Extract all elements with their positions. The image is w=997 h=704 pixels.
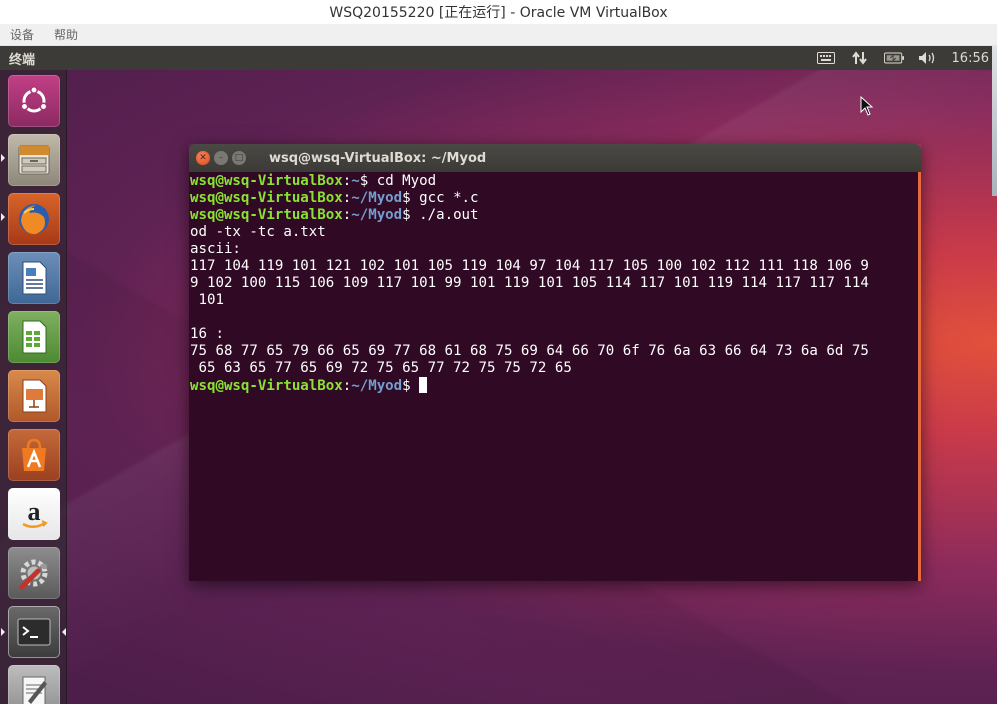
keyboard-icon[interactable] xyxy=(816,50,836,66)
launcher-item-impress[interactable] xyxy=(8,370,60,422)
amazon-icon: a xyxy=(22,497,48,528)
terminal-icon xyxy=(17,618,51,646)
terminal-prompt-line: wsq@wsq-VirtualBox:~/Myod$ gcc *.c xyxy=(190,190,479,206)
prompt-command: $ xyxy=(402,378,420,394)
close-icon[interactable]: ✕ xyxy=(196,151,210,165)
top-panel: 终端 16:56 xyxy=(0,46,997,70)
terminal-prompt-line: wsq@wsq-VirtualBox:~/Myod$ ./a.out xyxy=(190,207,479,223)
terminal-window[interactable]: ✕ – □ wsq@wsq-VirtualBox: ~/Myod wsq@wsq… xyxy=(189,144,921,581)
prompt-path: ~/Myod xyxy=(351,190,403,206)
terminal-title: wsq@wsq-VirtualBox: ~/Myod xyxy=(269,150,487,166)
terminal-prompt-line: wsq@wsq-VirtualBox:~$ cd Myod xyxy=(190,173,437,189)
terminal-output[interactable]: wsq@wsq-VirtualBox:~$ cd Myod wsq@wsq-Vir… xyxy=(189,172,921,581)
terminal-output-line: 16 : xyxy=(190,326,224,342)
writer-icon xyxy=(22,261,47,295)
prompt-path: ~/Myod xyxy=(351,207,403,223)
software-center-icon xyxy=(22,438,46,471)
launcher-item-files[interactable] xyxy=(8,134,60,186)
terminal-output-line: ascii: xyxy=(190,241,241,257)
text-editor-icon xyxy=(22,676,47,704)
prompt-path: ~/Myod xyxy=(351,378,403,394)
terminal-output-line: 75 68 77 65 79 66 65 69 77 68 61 68 75 6… xyxy=(190,343,869,359)
launcher-item-text-editor[interactable] xyxy=(8,665,60,704)
window-title-text: WSQ20155220 [正在运行] - Oracle VM VirtualBo… xyxy=(329,5,668,21)
prompt-user-host: wsq@wsq-VirtualBox xyxy=(190,378,343,394)
launcher-item-dash[interactable] xyxy=(8,75,60,127)
battery-icon[interactable] xyxy=(883,50,904,66)
launcher-item-settings[interactable] xyxy=(8,547,60,599)
terminal-output-line: 101 xyxy=(190,292,224,308)
launcher-item-calc[interactable] xyxy=(8,311,60,363)
volume-icon[interactable] xyxy=(918,50,938,66)
mouse-pointer-icon xyxy=(860,95,874,120)
terminal-titlebar[interactable]: ✕ – □ wsq@wsq-VirtualBox: ~/Myod xyxy=(189,144,921,172)
host-menubar: 设备 帮助 xyxy=(0,24,997,46)
window-title: WSQ20155220 [正在运行] - Oracle VM VirtualBo… xyxy=(0,0,997,24)
launcher-item-firefox[interactable] xyxy=(8,193,60,245)
guest-desktop: 终端 16:56 a ✕ – □ wsq@wsq-VirtualBox: ~/M… xyxy=(0,46,997,704)
launcher-item-software-center[interactable] xyxy=(8,429,60,481)
terminal-output-line: 65 63 65 77 65 69 72 75 65 77 72 75 75 7… xyxy=(190,360,572,376)
settings-icon xyxy=(19,559,48,590)
prompt-user-host: wsq@wsq-VirtualBox xyxy=(190,207,343,223)
files-icon xyxy=(18,145,50,175)
unity-launcher: a xyxy=(0,70,67,704)
clock[interactable]: 16:56 xyxy=(952,51,989,66)
launcher-item-amazon[interactable]: a xyxy=(8,488,60,540)
network-icon[interactable] xyxy=(850,50,870,66)
svg-text:a: a xyxy=(28,497,41,526)
active-app-title: 终端 xyxy=(9,52,36,68)
terminal-output-line: 9 102 100 115 106 109 117 101 99 101 119… xyxy=(190,275,869,291)
prompt-command: $ cd Myod xyxy=(359,173,437,189)
terminal-output-line: 117 104 119 101 121 102 101 105 119 104 … xyxy=(190,258,869,274)
terminal-prompt-line: wsq@wsq-VirtualBox:~/Myod$ xyxy=(190,377,918,394)
terminal-output-line: od -tx -tc a.txt xyxy=(190,224,326,240)
calc-icon xyxy=(22,320,47,354)
window-edge xyxy=(992,46,997,196)
prompt-user-host: wsq@wsq-VirtualBox xyxy=(190,190,343,206)
minimize-icon[interactable]: – xyxy=(214,151,228,165)
firefox-icon xyxy=(19,204,49,235)
launcher-item-writer[interactable] xyxy=(8,252,60,304)
prompt-path: ~ xyxy=(351,173,360,189)
launcher-item-terminal[interactable] xyxy=(8,606,60,658)
maximize-icon[interactable]: □ xyxy=(232,151,246,165)
text-cursor xyxy=(419,377,428,393)
prompt-command: $ ./a.out xyxy=(402,207,479,223)
prompt-command: $ gcc *.c xyxy=(402,190,479,206)
menu-devices[interactable]: 设备 xyxy=(10,26,34,43)
impress-icon xyxy=(22,379,47,413)
dash-icon xyxy=(20,86,48,113)
prompt-user-host: wsq@wsq-VirtualBox xyxy=(190,173,343,189)
menu-help[interactable]: 帮助 xyxy=(54,26,78,43)
